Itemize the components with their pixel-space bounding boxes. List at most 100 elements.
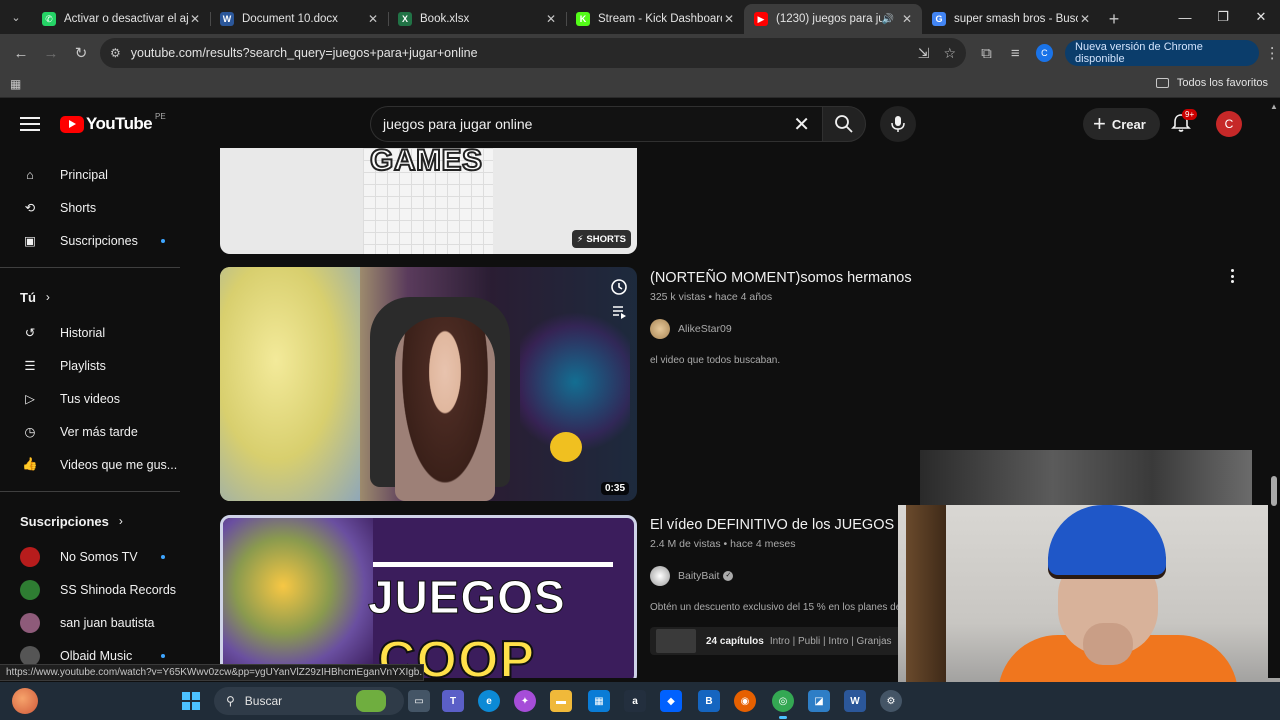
sidebar-item-shorts[interactable]: ⟲ Shorts	[0, 191, 204, 224]
teams-icon[interactable]: T	[442, 690, 464, 712]
install-app-icon[interactable]: ⇲	[918, 45, 930, 62]
copilot-icon[interactable]: ✦	[514, 690, 536, 712]
search-button[interactable]	[822, 106, 866, 142]
edge-icon[interactable]: e	[478, 690, 500, 712]
address-bar[interactable]: ⚙ youtube.com/results?search_query=juego…	[100, 38, 966, 68]
maximize-icon[interactable]: ❐	[1204, 0, 1242, 34]
video-thumbnail[interactable]: JUEGOS COOP	[220, 515, 637, 678]
extensions-icon[interactable]: ⧉	[972, 38, 1001, 68]
amazon-icon[interactable]: a	[624, 690, 646, 712]
subscription-channel[interactable]: No Somos TV	[0, 540, 204, 573]
sidebar-item-watch-later[interactable]: ◷ Ver más tarde	[0, 415, 204, 448]
watch-later-icon[interactable]	[609, 277, 629, 297]
browser-tab[interactable]: W Document 10.docx ✕	[210, 4, 388, 34]
tab-title: Activar o desactivar el ajuste	[64, 13, 188, 25]
weather-widget-icon[interactable]	[12, 688, 38, 714]
page-scrollbar[interactable]: ▲	[1268, 100, 1280, 678]
tab-close-icon[interactable]: ✕	[366, 12, 380, 26]
add-to-queue-icon[interactable]	[609, 301, 629, 321]
search-input[interactable]: juegos para jugar online ✕	[370, 106, 822, 142]
sidebar-section-subscriptions[interactable]: Suscripciones ›	[0, 502, 204, 540]
video-options-icon[interactable]	[1224, 266, 1240, 286]
sidebar-item-principal[interactable]: ⌂ Principal	[0, 158, 204, 191]
channel-name[interactable]: BaityBait	[678, 570, 719, 582]
search-query-text[interactable]: juegos para jugar online	[383, 116, 793, 132]
task-view-icon[interactable]: ▭	[408, 690, 430, 712]
liked-icon: 👍	[22, 457, 38, 471]
scrollbar-thumb[interactable]	[1271, 476, 1277, 506]
site-info-icon[interactable]: ⚙	[110, 46, 121, 60]
chrome-menu-icon[interactable]: ⋮	[1265, 44, 1280, 62]
all-bookmarks-button[interactable]: Todos los favoritos	[1155, 77, 1268, 89]
file-explorer-icon[interactable]: ▬	[550, 690, 572, 712]
profile-avatar[interactable]: C	[1035, 44, 1054, 62]
reading-list-icon[interactable]: ≡	[1001, 38, 1030, 68]
word-icon[interactable]: W	[844, 690, 866, 712]
start-button[interactable]	[182, 692, 200, 710]
shorts-thumbnail[interactable]: GAMES ⚡ SHORTS	[220, 148, 637, 254]
video-title[interactable]: (NORTEÑO MOMENT)somos hermanos	[650, 270, 950, 286]
sidebar-item-liked[interactable]: 👍 Videos que me gus...	[0, 448, 204, 481]
tab-close-icon[interactable]: ✕	[1078, 12, 1092, 26]
subscription-channel[interactable]: SS Shinoda Records	[0, 573, 204, 606]
create-button[interactable]: + Crear	[1083, 108, 1160, 140]
apps-grid-icon[interactable]: ▦	[10, 77, 21, 91]
playlists-icon: ☰	[24, 359, 36, 373]
bluestacks-icon[interactable]: B	[698, 690, 720, 712]
menu-icon[interactable]	[20, 114, 40, 134]
dropbox-icon[interactable]: ◆	[660, 690, 682, 712]
sidebar: ⌂ Principal ⟲ Shorts ▣ Suscripciones Tú › ↺ Hi…	[0, 148, 204, 678]
sidebar-item-playlists[interactable]: ☰ Playlists	[0, 349, 204, 382]
reload-icon[interactable]: ↻	[66, 38, 96, 68]
thumbnail-art	[550, 432, 582, 462]
video-thumbnail[interactable]: 0:35	[220, 267, 637, 501]
new-tab-button[interactable]: +	[1100, 4, 1128, 34]
channel-avatar[interactable]	[650, 319, 670, 339]
tab-close-icon[interactable]: ✕	[544, 12, 558, 26]
account-avatar[interactable]: C	[1216, 111, 1242, 137]
chrome-icon[interactable]: ◎	[772, 690, 794, 719]
browser-tab[interactable]: ✆ Activar o desactivar el ajuste✕	[32, 4, 210, 34]
browser-tab[interactable]: K Stream - Kick Dashboard ✕	[566, 4, 744, 34]
channel-name: san juan bautista	[60, 615, 155, 630]
channel-avatar[interactable]	[650, 566, 670, 586]
photos-icon[interactable]: ◪	[808, 690, 830, 712]
tab-search-button[interactable]: ⌄	[0, 0, 32, 34]
sidebar-item-history[interactable]: ↺ Historial	[0, 316, 204, 349]
video-chapters[interactable]: 24 capítulos Intro | Publi | Intro | Gra…	[650, 627, 910, 655]
youtube-logo[interactable]: YouTube PE	[60, 112, 166, 134]
store-icon[interactable]: ▦	[588, 690, 610, 712]
video-age: hace 4 meses	[730, 538, 796, 550]
channel-name[interactable]: AlikeStar09	[678, 323, 732, 335]
widgets-icon[interactable]	[356, 690, 386, 712]
subscriptions-section-label: Suscripciones	[20, 513, 109, 529]
tab-close-icon[interactable]: ✕	[722, 12, 736, 26]
close-window-icon[interactable]: ✕	[1242, 0, 1280, 34]
tab-favicon-icon: W	[220, 12, 234, 26]
voice-search-button[interactable]	[880, 106, 916, 142]
settings-icon[interactable]: ⚙	[880, 690, 902, 712]
subscription-channel[interactable]: san juan bautista	[0, 606, 204, 639]
scroll-up-icon[interactable]: ▲	[1270, 102, 1278, 111]
sidebar-section-you[interactable]: Tú ›	[0, 278, 204, 316]
bookmark-star-icon[interactable]: ☆	[943, 45, 956, 62]
notifications-button[interactable]: 9+	[1170, 109, 1198, 136]
url-text[interactable]: youtube.com/results?search_query=juegos+…	[131, 46, 904, 60]
minimize-icon[interactable]: —	[1166, 0, 1204, 34]
clear-search-icon[interactable]: ✕	[793, 112, 810, 137]
browser-tab[interactable]: ▶ (1230) juegos para jugar🔊 ✕	[744, 4, 922, 34]
firefox-icon[interactable]: ◉	[734, 690, 756, 712]
sidebar-item-your-videos[interactable]: ▷ Tus videos	[0, 382, 204, 415]
sidebar-item-suscripciones[interactable]: ▣ Suscripciones	[0, 224, 204, 257]
tab-close-icon[interactable]: ✕	[188, 12, 202, 26]
window-controls: — ❐ ✕	[1166, 0, 1280, 34]
forward-icon[interactable]: →	[36, 38, 66, 68]
channel-link[interactable]: AlikeStar09	[650, 319, 950, 339]
tab-audio-icon[interactable]: 🔊	[882, 14, 894, 25]
chrome-update-button[interactable]: Nueva versión de Chrome disponible	[1065, 40, 1259, 66]
back-icon[interactable]: ←	[6, 38, 36, 68]
tab-close-icon[interactable]: ✕	[900, 12, 914, 26]
browser-tab[interactable]: Gsuper smash bros - Buscar ✕	[922, 4, 1100, 34]
browser-tab[interactable]: X Book.xlsx ✕	[388, 4, 566, 34]
sidebar-item-label: Ver más tarde	[60, 424, 138, 439]
